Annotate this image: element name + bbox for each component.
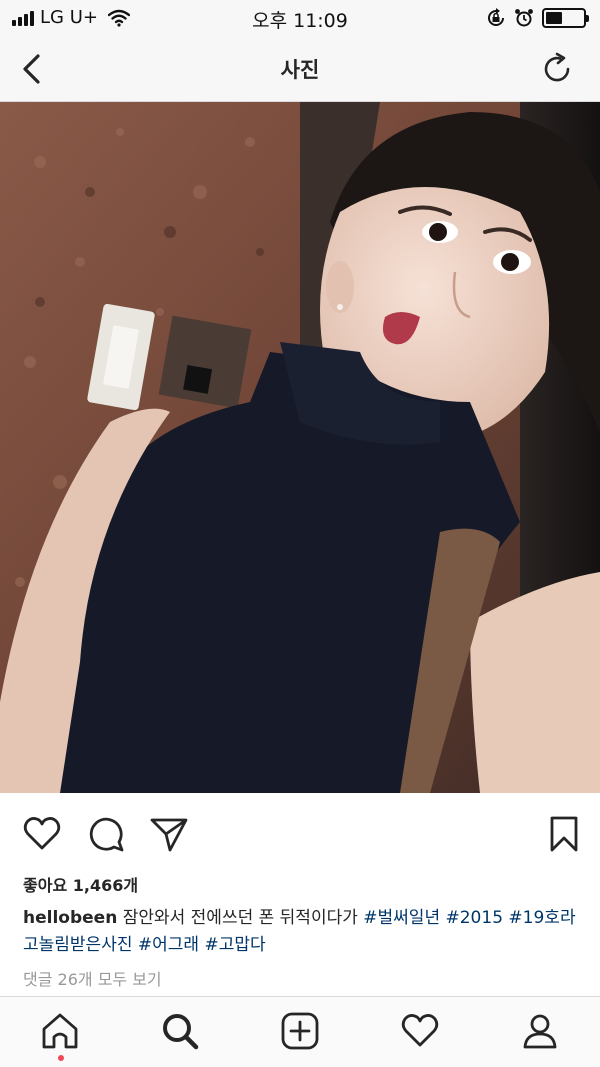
profile-icon[interactable] [520,1011,560,1051]
battery-icon [542,8,589,28]
status-bar: LG U+ 오후 11:09 [0,0,600,36]
search-icon[interactable] [160,1011,200,1051]
alarm-icon [515,9,533,27]
bookmark-icon[interactable] [544,814,584,854]
comment-icon[interactable] [86,814,126,854]
post-photo[interactable] [0,102,600,793]
add-post-icon[interactable] [280,1011,320,1051]
nav-bar: 사진 [0,36,600,102]
rotation-lock-icon [488,8,504,26]
page-title: 사진 [280,58,320,82]
hashtag[interactable]: #2015 [446,908,504,928]
view-all-comments-link[interactable]: 댓글 26개 모두 보기 [23,966,162,990]
hashtag[interactable]: #어그래 [138,935,199,955]
home-icon[interactable] [40,1011,80,1051]
post-caption: hellobeen 잠안와서 전에쓰던 폰 뒤적이다가 #벌써일년 #2015 … [23,905,583,959]
caption-username[interactable]: hellobeen [23,908,117,928]
hashtag[interactable]: #고맙다 [204,935,265,955]
notification-dot [58,1055,64,1061]
activity-heart-icon[interactable] [400,1011,440,1051]
post-actions [0,808,600,860]
likes-count[interactable]: 좋아요 1,466개 [23,872,138,896]
battery-level [546,12,563,24]
tab-bar [0,996,600,1067]
refresh-icon[interactable] [540,52,574,86]
caption-text: 잠안와서 전에쓰던 폰 뒤적이다가 [117,908,364,928]
hashtag[interactable]: #벌써일년 [363,908,440,928]
status-right [486,8,589,28]
heart-icon[interactable] [22,814,62,854]
share-icon[interactable] [149,814,189,854]
selfie-image [0,102,600,793]
